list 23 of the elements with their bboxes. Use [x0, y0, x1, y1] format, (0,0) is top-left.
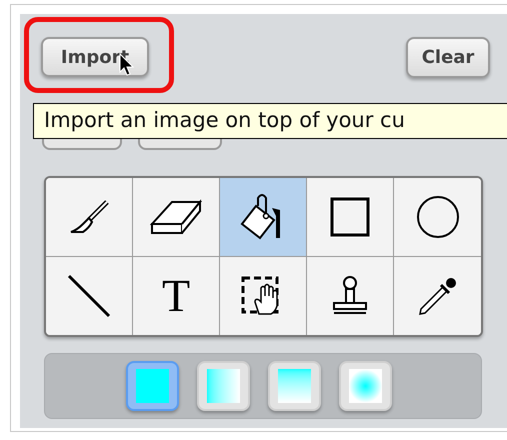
clear-button[interactable]: Clear: [406, 37, 490, 78]
text-tool-icon: T: [162, 272, 190, 319]
tool-button[interactable]: [220, 178, 307, 256]
line-icon: [67, 274, 111, 318]
stamp-icon: [332, 274, 368, 317]
brush-icon: [69, 200, 109, 234]
rectangle-icon: [330, 196, 370, 237]
tool-button[interactable]: [46, 256, 133, 335]
circle-icon: [416, 194, 460, 239]
gradient-swatch-icon: [349, 369, 382, 403]
gradient-swatch-icon: [278, 369, 311, 403]
gradient-swatch-icon: [207, 369, 240, 403]
tool-button[interactable]: [46, 178, 133, 256]
tool-button[interactable]: [220, 256, 307, 335]
eraser-icon: [150, 198, 202, 236]
tool-button[interactable]: [307, 178, 394, 256]
tool-button[interactable]: [133, 178, 220, 256]
gradient-swatch-icon: [136, 369, 169, 403]
tooltip-text: Import an image on top of your cu: [44, 107, 405, 134]
tool-button[interactable]: T: [133, 256, 220, 335]
tool-button[interactable]: [394, 178, 481, 256]
tool-button[interactable]: [307, 256, 394, 335]
tool-button[interactable]: [394, 256, 481, 335]
